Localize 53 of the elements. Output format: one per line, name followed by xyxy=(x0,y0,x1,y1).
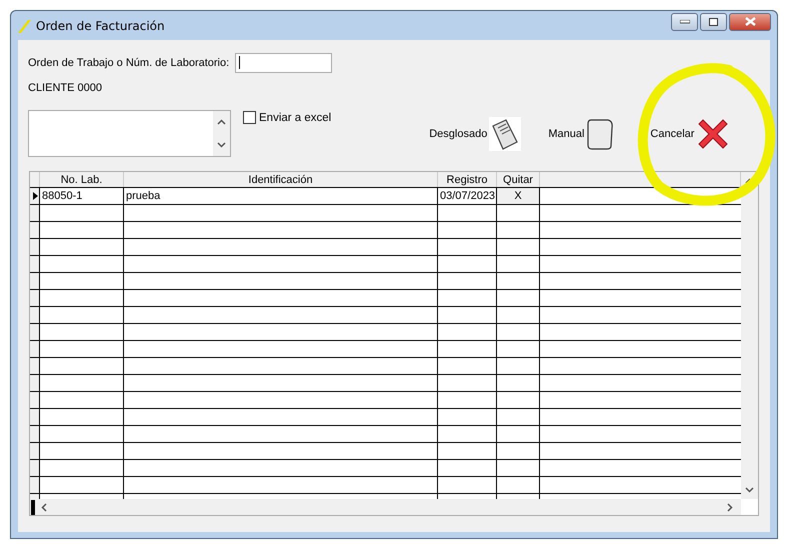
row-header[interactable] xyxy=(30,188,40,204)
cancel-icon xyxy=(696,117,730,151)
row-header[interactable] xyxy=(30,290,40,306)
column-header: Registro xyxy=(438,172,497,187)
close-icon xyxy=(744,17,756,26)
row-header[interactable] xyxy=(30,307,40,323)
scroll-thumb[interactable] xyxy=(31,500,35,514)
row-header[interactable] xyxy=(30,205,40,221)
minimize-icon xyxy=(680,20,690,24)
row-header[interactable] xyxy=(30,375,40,391)
action-button[interactable]: Manual xyxy=(548,118,614,150)
column-header: No. Lab. xyxy=(40,172,124,187)
row-header[interactable] xyxy=(30,324,40,340)
window-title: Orden de Facturación xyxy=(36,18,165,32)
maximize-button[interactable] xyxy=(700,12,727,30)
row-header[interactable] xyxy=(30,409,40,425)
scroll-left-icon xyxy=(41,502,47,512)
row-header[interactable] xyxy=(30,239,40,255)
row-header[interactable] xyxy=(30,477,40,493)
notes-field[interactable] xyxy=(28,110,231,157)
blank-button-icon xyxy=(586,118,614,150)
row-header[interactable] xyxy=(30,358,40,374)
table-cell: prueba xyxy=(124,188,438,204)
order-label: Orden de Trabajo o Núm. de Laboratorio: xyxy=(28,56,230,68)
row-header[interactable] xyxy=(30,256,40,272)
maximize-icon xyxy=(709,18,718,26)
row-header[interactable] xyxy=(30,341,40,357)
row-header[interactable] xyxy=(30,392,40,408)
checkbox-label: Enviar a excel xyxy=(259,112,332,124)
close-button[interactable] xyxy=(729,12,771,30)
row-header[interactable] xyxy=(30,443,40,459)
client-label: CLIENTE 0000 xyxy=(28,82,103,94)
column-header: Quitar xyxy=(497,172,540,187)
action-button[interactable]: Desglosado xyxy=(429,117,522,151)
row-header[interactable] xyxy=(30,222,40,238)
table-cell: 88050-1 xyxy=(40,188,124,204)
action-button[interactable]: Cancelar xyxy=(650,117,730,151)
remove-button[interactable]: X xyxy=(497,188,540,204)
scroll-right-icon xyxy=(727,502,733,512)
scroll-down-icon xyxy=(745,487,754,493)
column-header: Identificación xyxy=(124,172,438,187)
document-icon xyxy=(489,117,522,151)
row-header[interactable] xyxy=(30,273,40,289)
checkbox[interactable] xyxy=(243,111,256,124)
row-header[interactable] xyxy=(30,460,40,476)
scroll-up-icon xyxy=(217,119,226,125)
minimize-button[interactable] xyxy=(671,12,698,30)
slash-icon xyxy=(17,18,33,34)
order-input-field[interactable] xyxy=(235,52,332,72)
vertical-scrollbar[interactable] xyxy=(741,172,758,499)
horizontal-scrollbar[interactable] xyxy=(30,499,741,515)
scroll-down-icon xyxy=(217,142,226,148)
row-header[interactable] xyxy=(30,426,40,442)
